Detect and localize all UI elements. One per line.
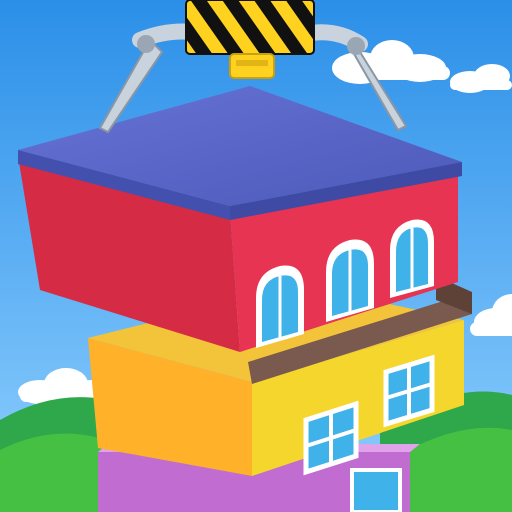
square-window-icon (350, 468, 402, 512)
game-scene[interactable] (0, 0, 512, 512)
square-window-icon (383, 354, 435, 428)
arched-window-icon (256, 265, 304, 348)
arched-window-icon (326, 239, 374, 322)
hazard-stripes-icon (185, 0, 315, 55)
arched-window-icon (390, 219, 434, 298)
